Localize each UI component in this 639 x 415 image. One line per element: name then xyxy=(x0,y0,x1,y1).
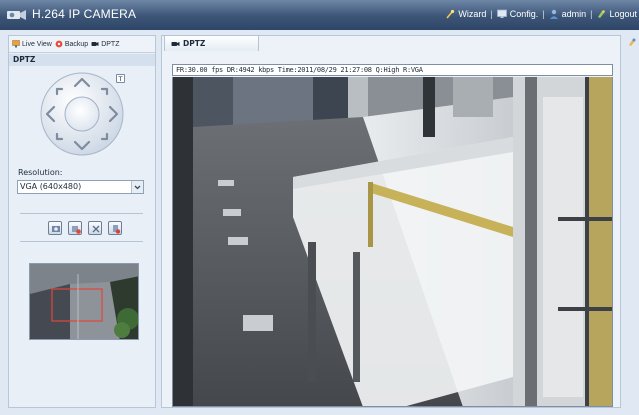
tab-live-view-label: Live View xyxy=(22,40,52,48)
wizard-label: Wizard xyxy=(458,9,487,19)
resolution-value: VGA (640x480) xyxy=(20,182,82,191)
logout-label: Logout xyxy=(609,9,637,19)
tab-dptz-label: DPTZ xyxy=(101,40,120,48)
config-label: Config. xyxy=(509,9,539,19)
live-video-view[interactable] xyxy=(172,77,613,407)
stream-status-bar: FR:30.00 fps DR:4942 kbps Time:2011/08/2… xyxy=(172,64,613,76)
nav-separator: | xyxy=(542,9,545,19)
backup-icon xyxy=(55,40,63,48)
user-link[interactable]: admin xyxy=(549,9,587,19)
left-tab-bar: Live View Backup DPTZ xyxy=(9,36,155,53)
dptz-section-header: DPTZ xyxy=(9,54,155,66)
logout-link[interactable]: Logout xyxy=(596,9,637,19)
logout-icon xyxy=(598,10,606,18)
app-title: H.264 IP CAMERA xyxy=(32,7,137,21)
dptz-icon xyxy=(171,41,180,46)
record-icon xyxy=(72,226,81,234)
monitor-icon xyxy=(12,40,20,48)
settings-icon xyxy=(113,225,121,234)
tab-main-dptz[interactable]: DPTZ xyxy=(164,35,259,51)
chevron-down-icon xyxy=(134,185,141,190)
dptz-icon xyxy=(91,42,99,46)
wizard-icon xyxy=(446,9,455,19)
video-frame xyxy=(173,77,612,406)
config-link[interactable]: Config. xyxy=(496,9,539,19)
tab-backup[interactable]: Backup xyxy=(55,40,88,48)
divider xyxy=(20,241,143,242)
nav-separator: | xyxy=(490,9,493,19)
cut-icon xyxy=(92,225,100,233)
wizard-link[interactable]: Wizard xyxy=(445,9,486,19)
cut-button[interactable] xyxy=(88,221,102,235)
tab-main-dptz-label: DPTZ xyxy=(183,39,206,48)
thumbnail-scene xyxy=(30,264,138,339)
snapshot-button[interactable] xyxy=(48,221,62,235)
pin-icon[interactable] xyxy=(627,37,637,47)
dptz-thumbnail-preview[interactable] xyxy=(29,263,139,340)
tele-button[interactable]: T xyxy=(116,74,125,83)
title-bar: H.264 IP CAMERA Wizard | Config. | admin xyxy=(0,0,639,30)
settings-button[interactable] xyxy=(108,221,122,235)
ptz-center-button[interactable] xyxy=(64,96,100,132)
resolution-select[interactable]: VGA (640x480) xyxy=(17,180,144,194)
ptz-direction-pad[interactable] xyxy=(40,72,124,156)
user-label: admin xyxy=(561,9,587,19)
toolbar xyxy=(48,221,122,235)
snapshot-icon xyxy=(52,226,60,232)
config-icon xyxy=(496,9,507,18)
tab-live-view[interactable]: Live View xyxy=(12,40,52,48)
record-button[interactable] xyxy=(68,221,82,235)
top-nav: Wizard | Config. | admin | Logout xyxy=(445,9,637,19)
dropdown-arrow[interactable] xyxy=(131,181,143,193)
tab-backup-label: Backup xyxy=(64,40,89,48)
nav-separator: | xyxy=(590,9,593,19)
user-icon xyxy=(549,9,558,19)
camera-logo-icon xyxy=(7,10,26,20)
resolution-label: Resolution: xyxy=(18,168,63,177)
tab-dptz[interactable]: DPTZ xyxy=(91,40,119,48)
divider xyxy=(20,213,143,214)
